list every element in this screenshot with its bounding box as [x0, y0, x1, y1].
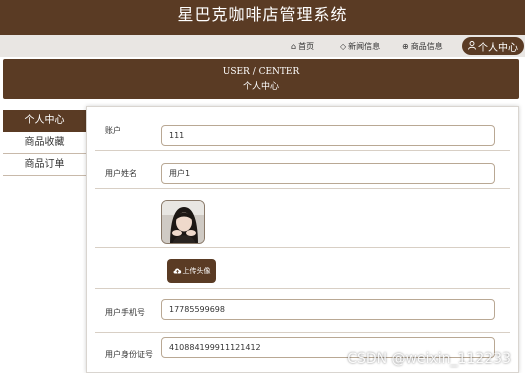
account-field[interactable]: [161, 125, 495, 146]
top-header: 星巴克咖啡店管理系统: [0, 0, 525, 35]
profile-form-panel: 账户 用户姓名 上传头像: [86, 106, 519, 373]
nav-home[interactable]: ⌂ 首页: [291, 38, 314, 54]
app-title: 星巴克咖啡店管理系统: [177, 5, 348, 24]
sidebar-item-personal-center[interactable]: 个人中心: [3, 110, 86, 132]
globe-icon: ⊕: [402, 41, 409, 51]
name-field[interactable]: [161, 163, 495, 184]
sidebar-item-favorites[interactable]: 商品收藏: [3, 132, 86, 154]
nav-bar: ⌂ 首页 ◇ 新闻信息 ⊕ 商品信息 个人中心: [0, 35, 525, 57]
banner-english-title: USER / CENTER: [222, 67, 300, 77]
nav-goods-label: 商品信息: [410, 41, 443, 51]
nav-home-label: 首页: [298, 41, 315, 51]
phone-label: 用户手机号: [105, 308, 145, 317]
idcard-label: 用户身份证号: [105, 350, 153, 359]
name-label: 用户姓名: [105, 169, 137, 178]
app-root: 星巴克咖啡店管理系统 ⌂ 首页 ◇ 新闻信息 ⊕ 商品信息 个人中心 USER …: [0, 0, 525, 373]
page-banner: USER / CENTER 个人中心: [3, 59, 519, 99]
watermark: CSDN @weixin_112233: [347, 351, 511, 367]
banner-chinese-title: 个人中心: [242, 82, 279, 92]
cloud-upload-icon: [173, 267, 182, 276]
user-icon: [468, 40, 476, 52]
form-row-avatar: [95, 189, 510, 248]
nav-personal-center[interactable]: 个人中心: [462, 37, 524, 55]
sidebar-item-label: 商品订单: [24, 159, 65, 170]
sidebar-item-orders[interactable]: 商品订单: [3, 154, 86, 176]
nav-center-label: 个人中心: [478, 42, 518, 54]
sidebar: 个人中心 商品收藏 商品订单: [3, 110, 86, 176]
avatar-image: [161, 200, 205, 244]
nav-news[interactable]: ◇ 新闻信息: [340, 38, 380, 54]
sidebar-item-label: 商品收藏: [24, 137, 65, 148]
sidebar-item-label: 个人中心: [24, 115, 65, 126]
form-row-upload: [95, 248, 510, 289]
nav-goods[interactable]: ⊕ 商品信息: [402, 38, 443, 54]
tag-icon: ◇: [340, 41, 347, 51]
phone-field[interactable]: [161, 299, 495, 320]
upload-avatar-button[interactable]: 上传头像: [167, 259, 216, 283]
upload-avatar-label: 上传头像: [182, 267, 211, 275]
home-icon: ⌂: [291, 41, 297, 51]
account-label: 账户: [105, 126, 121, 135]
nav-news-label: 新闻信息: [348, 41, 381, 51]
